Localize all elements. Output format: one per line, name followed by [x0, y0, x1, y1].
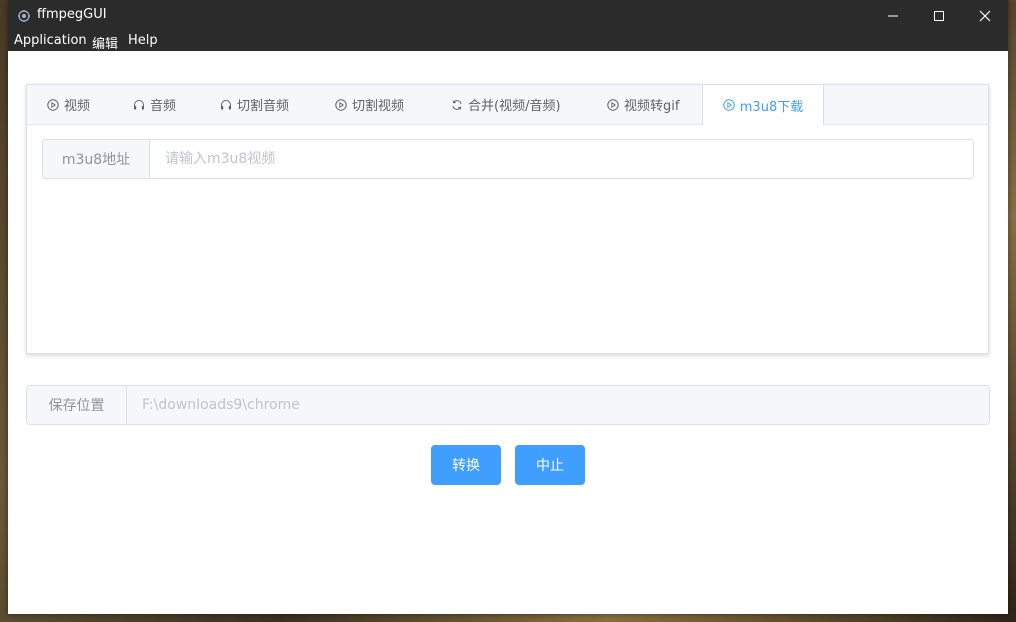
menu-application[interactable]: Application: [14, 33, 87, 48]
tab-label: 视频: [64, 99, 91, 114]
tab-video-to-gif[interactable]: 视频转gif: [607, 85, 679, 124]
tab-merge[interactable]: 合并(视频/音频): [451, 85, 561, 124]
maximize-icon[interactable]: [916, 0, 962, 31]
menu-edit[interactable]: 编辑: [92, 33, 118, 52]
play-circle-icon: [47, 98, 59, 111]
minimize-icon[interactable]: [870, 0, 916, 31]
tab-label: 合并(视频/音频): [468, 99, 561, 114]
close-icon[interactable]: [962, 0, 1008, 31]
tab-audio[interactable]: 音频: [133, 85, 176, 124]
play-circle-icon: [335, 98, 347, 111]
save-location-input[interactable]: [127, 386, 989, 424]
title-bar[interactable]: ffmpegGUI: [8, 0, 1008, 31]
app-logo-icon: [17, 8, 31, 22]
tab-video[interactable]: 视频: [47, 85, 90, 124]
refresh-icon: [452, 99, 462, 110]
convert-button[interactable]: 转换: [431, 445, 501, 485]
tab-m3u8-download[interactable]: m3u8下载: [702, 85, 824, 125]
stop-button[interactable]: 中止: [515, 445, 585, 485]
menu-help[interactable]: Help: [128, 33, 158, 48]
tab-header: 视频 音频 切割音频 切割视频 合并(视频/音频) 视频转gif m3u8下载: [27, 85, 988, 125]
tabs-card: 视频 音频 切割音频 切割视频 合并(视频/音频) 视频转gif m3u8下载 …: [26, 84, 989, 354]
m3u8-url-input[interactable]: [150, 140, 973, 178]
tab-label: 切割视频: [352, 99, 405, 114]
m3u8-url-group: m3u8地址: [42, 139, 974, 179]
window-title: ffmpegGUI: [37, 7, 107, 22]
save-location-label: 保存位置: [27, 386, 127, 424]
save-location-group: 保存位置: [26, 385, 990, 425]
tab-label: 音频: [150, 99, 177, 114]
tab-cut-video[interactable]: 切割视频: [335, 85, 404, 124]
headset-icon: [221, 99, 231, 109]
play-circle-icon: [607, 98, 619, 111]
tab-cut-audio[interactable]: 切割音频: [220, 85, 289, 124]
tab-label: m3u8下载: [739, 99, 804, 115]
m3u8-url-label: m3u8地址: [43, 140, 150, 178]
app-window: ffmpegGUI Application 编辑 Help 视频 音频 切割音频…: [8, 0, 1008, 614]
play-circle-icon: [723, 99, 735, 111]
menu-bar: Application 编辑 Help: [8, 31, 1008, 52]
tab-label: 切割音频: [237, 99, 290, 114]
tab-label: 视频转gif: [624, 99, 680, 114]
headset-icon: [134, 99, 144, 109]
